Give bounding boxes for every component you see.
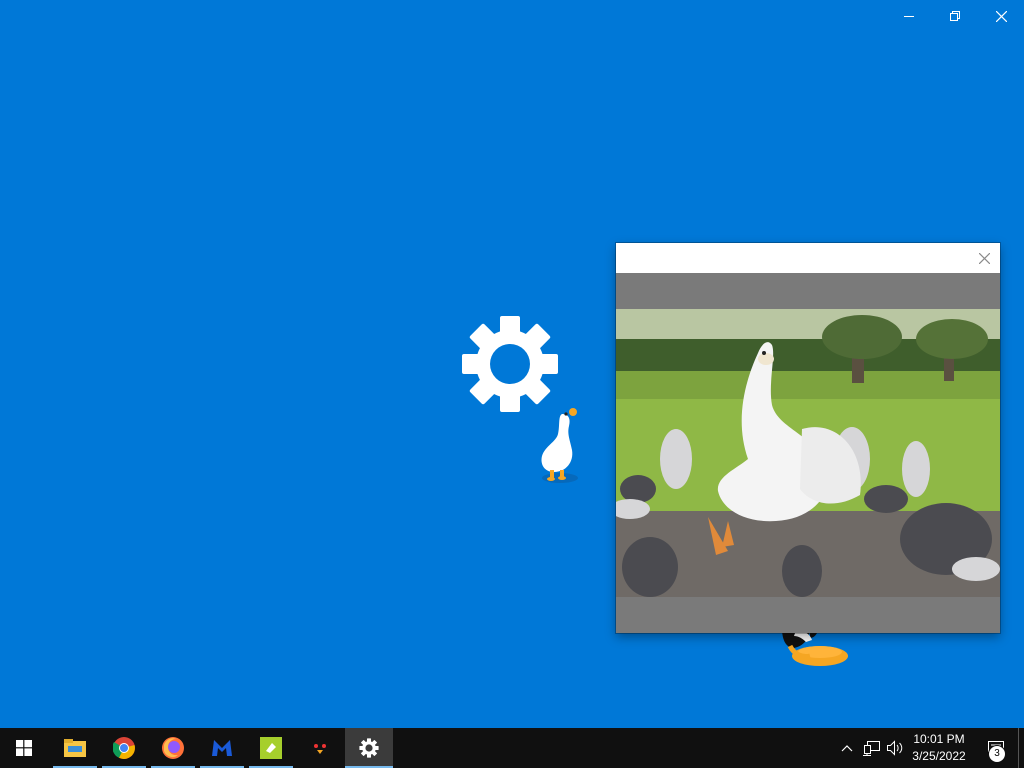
restore-button[interactable] bbox=[932, 0, 978, 32]
taskbar-firefox[interactable] bbox=[149, 728, 197, 768]
network-icon bbox=[863, 741, 880, 756]
close-icon bbox=[978, 252, 990, 264]
green-app-icon bbox=[260, 737, 282, 759]
minimize-button[interactable] bbox=[886, 0, 932, 32]
goose-feet-sprite[interactable] bbox=[776, 628, 852, 670]
popup-titlebar[interactable] bbox=[616, 243, 1000, 273]
taskbar-settings[interactable] bbox=[345, 728, 393, 768]
notification-count-badge: 3 bbox=[989, 746, 1005, 762]
volume-icon bbox=[887, 740, 903, 756]
show-desktop-button[interactable] bbox=[1018, 728, 1024, 768]
malwarebytes-icon bbox=[212, 740, 232, 756]
popup-close-button[interactable] bbox=[974, 248, 994, 268]
goose-popup-window[interactable] bbox=[616, 243, 1000, 633]
firefox-icon bbox=[162, 737, 184, 759]
close-icon bbox=[995, 10, 1007, 22]
gear-icon bbox=[462, 316, 558, 412]
clock-date: 3/25/2022 bbox=[912, 749, 966, 763]
taskbar-desktop-goose[interactable] bbox=[296, 728, 344, 768]
show-hidden-icons-button[interactable] bbox=[838, 728, 856, 768]
chevron-up-icon bbox=[841, 745, 853, 752]
taskbar: 10:01 PM 3/25/2022 bbox=[0, 728, 1024, 768]
taskbar-chrome[interactable] bbox=[100, 728, 148, 768]
goose-with-pigeons-photo bbox=[616, 309, 1000, 597]
goose-icon bbox=[310, 743, 330, 755]
taskbar-file-explorer[interactable] bbox=[51, 728, 99, 768]
windows-logo-icon bbox=[16, 740, 32, 756]
folder-icon bbox=[64, 739, 86, 757]
minimize-icon bbox=[904, 16, 914, 17]
volume-button[interactable] bbox=[884, 728, 906, 768]
network-button[interactable] bbox=[860, 728, 884, 768]
clock-button[interactable]: 10:01 PM 3/25/2022 bbox=[906, 728, 972, 768]
gear-icon bbox=[359, 738, 379, 758]
taskbar-green-app[interactable] bbox=[247, 728, 295, 768]
close-button[interactable] bbox=[978, 0, 1024, 32]
desktop-goose-sprite[interactable] bbox=[538, 406, 584, 484]
start-button[interactable] bbox=[0, 728, 48, 768]
taskbar-malwarebytes[interactable] bbox=[198, 728, 246, 768]
restore-icon bbox=[950, 11, 960, 21]
chrome-icon bbox=[113, 737, 135, 759]
clock-time: 10:01 PM bbox=[913, 732, 965, 746]
